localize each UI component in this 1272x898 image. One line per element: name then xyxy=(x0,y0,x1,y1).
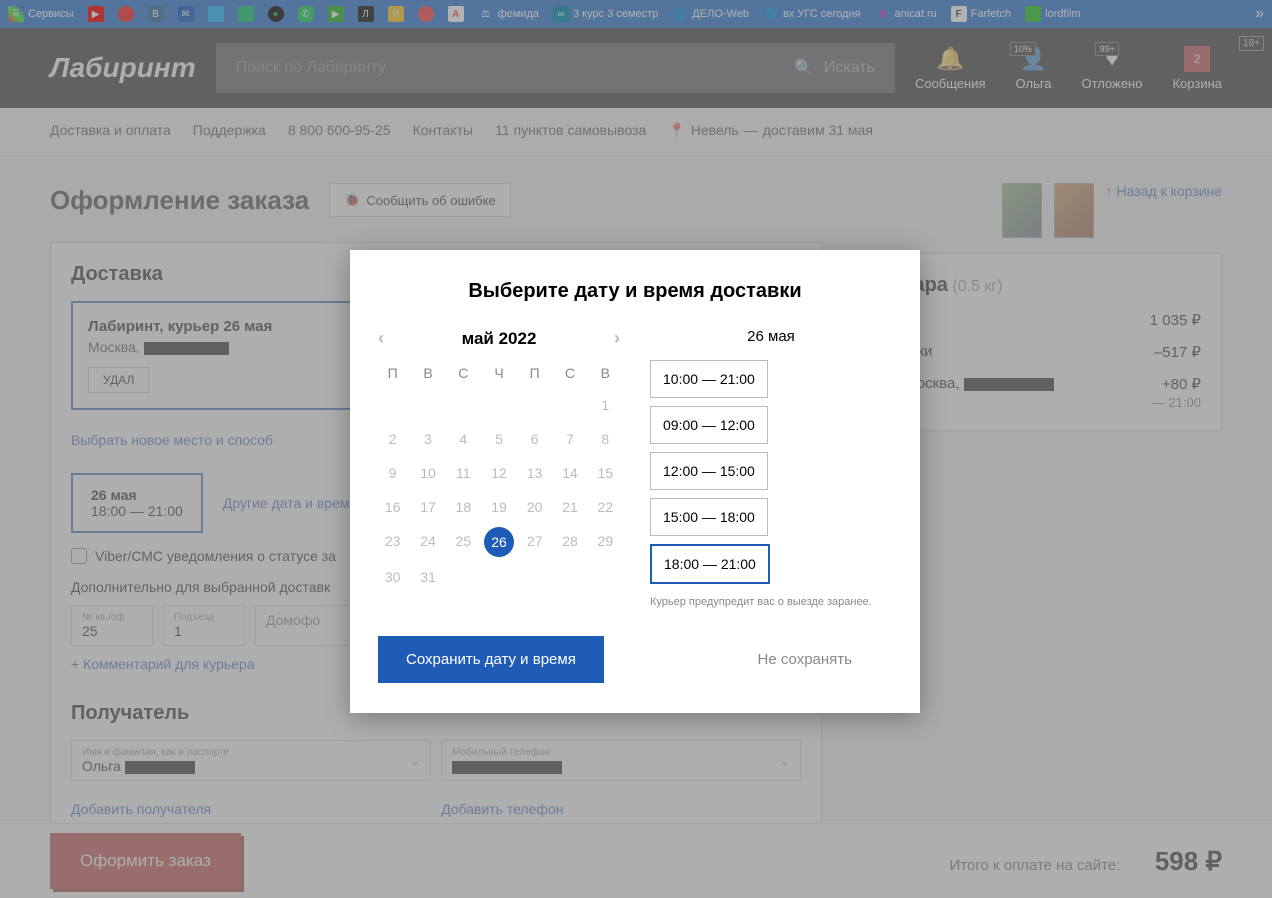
calendar-day[interactable]: 23 xyxy=(378,527,407,557)
calendar-day xyxy=(520,563,549,591)
courier-note: Курьер предупредит вас о выезде заранее. xyxy=(650,596,892,608)
calendar-dow: Ч xyxy=(484,361,514,385)
time-slot[interactable]: 10:00 — 21:00 xyxy=(650,360,768,398)
calendar-month: май 2022 xyxy=(462,329,537,349)
time-slot[interactable]: 09:00 — 12:00 xyxy=(650,406,768,444)
calendar-day[interactable]: 25 xyxy=(449,527,478,557)
calendar-day[interactable]: 17 xyxy=(413,493,442,521)
calendar-day[interactable]: 6 xyxy=(520,425,549,453)
calendar-day[interactable]: 11 xyxy=(449,459,478,487)
calendar-day[interactable]: 21 xyxy=(555,493,584,521)
calendar-day[interactable]: 18 xyxy=(449,493,478,521)
calendar-day[interactable]: 3 xyxy=(413,425,442,453)
modal-title: Выберите дату и время доставки xyxy=(378,280,892,303)
datetime-modal: Выберите дату и время доставки ‹ май 202… xyxy=(350,250,920,713)
calendar-prev[interactable]: ‹ xyxy=(378,328,384,349)
calendar-day[interactable]: 27 xyxy=(520,527,549,557)
calendar-day[interactable]: 20 xyxy=(520,493,549,521)
calendar-dow: П xyxy=(378,361,407,385)
calendar-day[interactable]: 2 xyxy=(378,425,407,453)
calendar-day[interactable]: 26 xyxy=(484,527,514,557)
calendar-day xyxy=(484,563,514,591)
calendar-day xyxy=(449,391,478,419)
time-date: 26 мая xyxy=(650,328,892,345)
calendar-day xyxy=(555,391,584,419)
calendar-day[interactable]: 30 xyxy=(378,563,407,591)
calendar-day xyxy=(591,563,620,591)
calendar-day[interactable]: 19 xyxy=(484,493,514,521)
calendar-day[interactable]: 12 xyxy=(484,459,514,487)
calendar-day[interactable]: 9 xyxy=(378,459,407,487)
calendar-day[interactable]: 10 xyxy=(413,459,442,487)
time-slot[interactable]: 18:00 — 21:00 xyxy=(650,544,770,584)
calendar-day[interactable]: 28 xyxy=(555,527,584,557)
calendar-dow: В xyxy=(413,361,442,385)
calendar-day[interactable]: 13 xyxy=(520,459,549,487)
calendar-dow: С xyxy=(555,361,584,385)
calendar-day xyxy=(555,563,584,591)
calendar-day xyxy=(378,391,407,419)
calendar-day[interactable]: 7 xyxy=(555,425,584,453)
save-datetime-button[interactable]: Сохранить дату и время xyxy=(378,636,604,683)
calendar-day[interactable]: 14 xyxy=(555,459,584,487)
calendar-next[interactable]: › xyxy=(614,328,620,349)
calendar-day[interactable]: 22 xyxy=(591,493,620,521)
calendar-day[interactable]: 5 xyxy=(484,425,514,453)
calendar-day[interactable]: 16 xyxy=(378,493,407,521)
calendar-day[interactable]: 8 xyxy=(591,425,620,453)
calendar-day[interactable]: 4 xyxy=(449,425,478,453)
calendar-day xyxy=(449,563,478,591)
calendar-day[interactable]: 24 xyxy=(413,527,442,557)
calendar-dow: В xyxy=(591,361,620,385)
calendar-day[interactable]: 1 xyxy=(591,391,620,419)
calendar-day xyxy=(413,391,442,419)
time-slot[interactable]: 12:00 — 15:00 xyxy=(650,452,768,490)
calendar-day xyxy=(484,391,514,419)
calendar-day xyxy=(520,391,549,419)
calendar-day[interactable]: 29 xyxy=(591,527,620,557)
cancel-datetime-link[interactable]: Не сохранять xyxy=(758,651,852,668)
calendar: ‹ май 2022 › ПВСЧПСВ12345678910111213141… xyxy=(378,328,620,608)
time-slot[interactable]: 15:00 — 18:00 xyxy=(650,498,768,536)
calendar-dow: П xyxy=(520,361,549,385)
calendar-day[interactable]: 15 xyxy=(591,459,620,487)
calendar-dow: С xyxy=(449,361,478,385)
calendar-day[interactable]: 31 xyxy=(413,563,442,591)
